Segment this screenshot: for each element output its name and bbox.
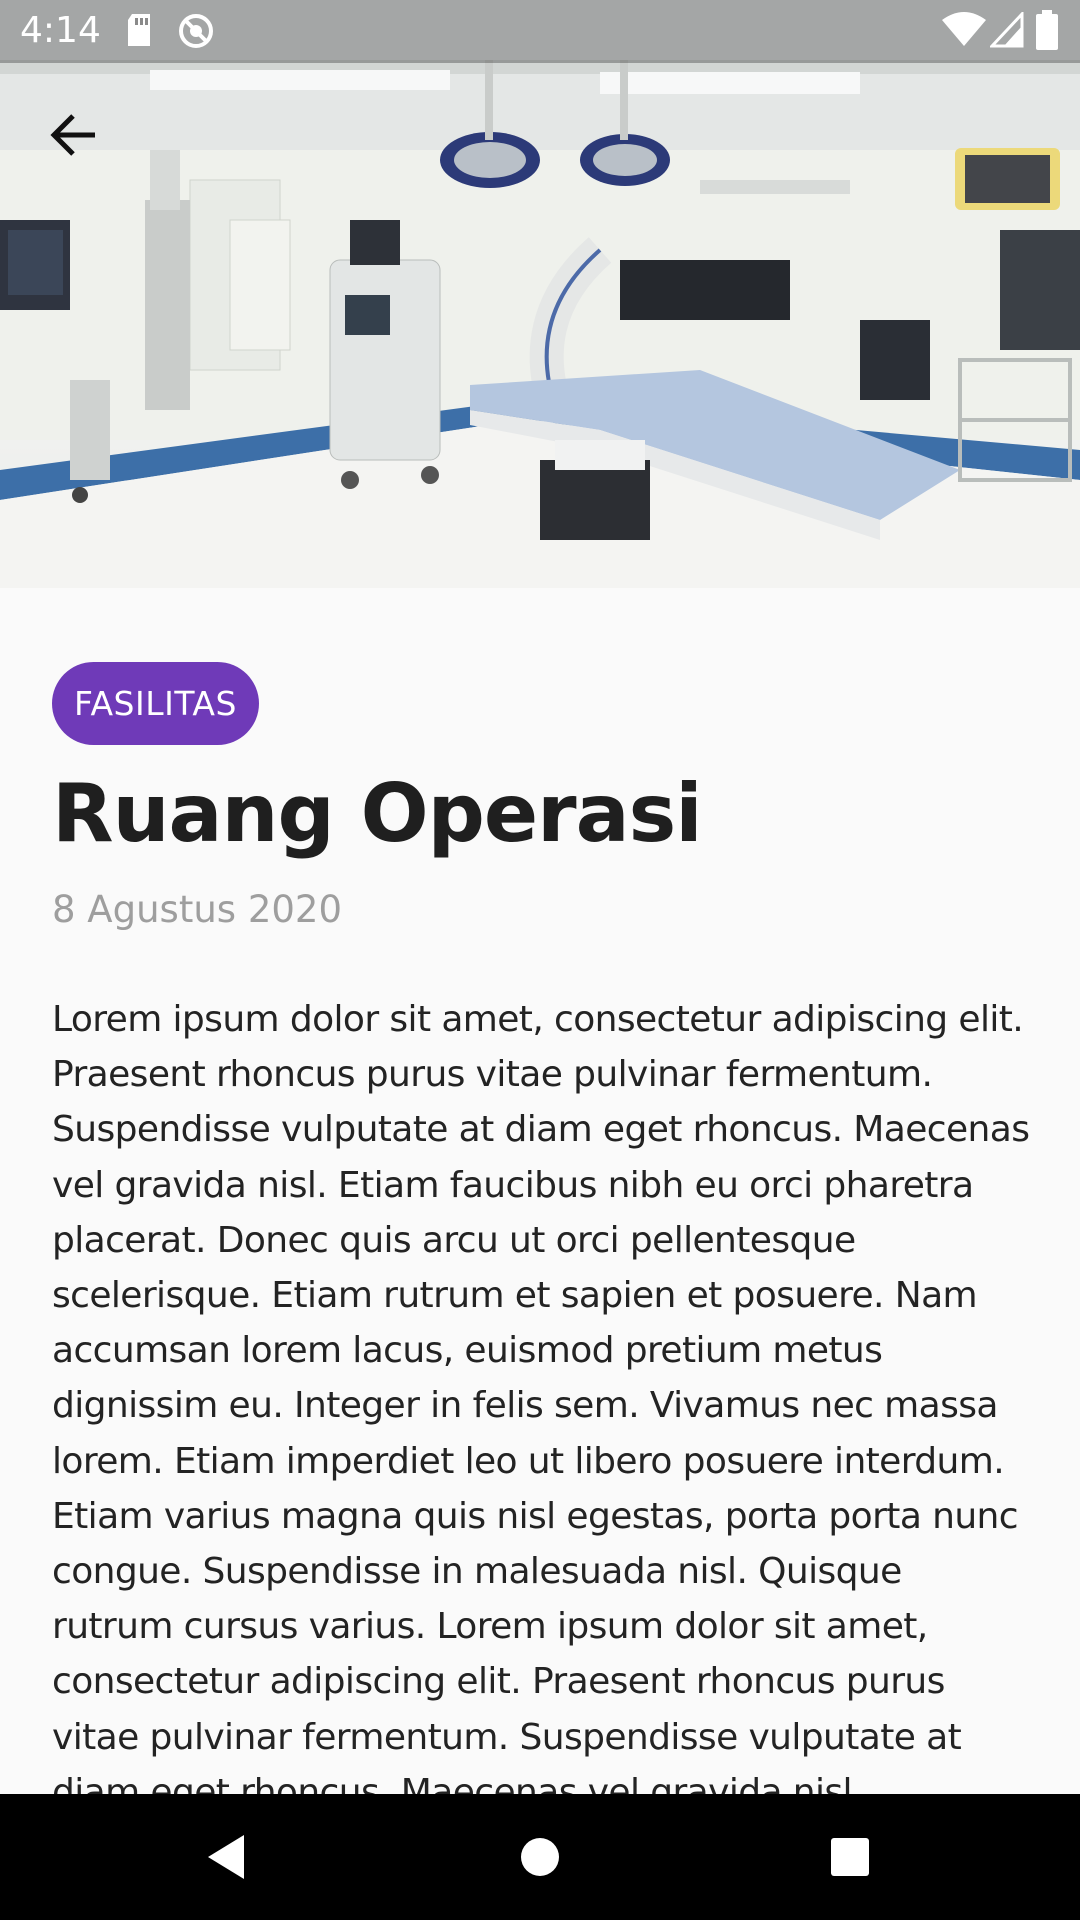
article-body: Lorem ipsum dolor sit amet, consectetur … <box>52 999 1030 1794</box>
signal-icon <box>988 10 1024 52</box>
status-time: 4:14 <box>20 10 101 51</box>
back-button[interactable] <box>38 100 108 170</box>
sd-card-icon <box>124 12 154 52</box>
hero-image <box>0 0 1080 588</box>
system-nav-bar <box>0 1794 1080 1920</box>
nav-back-button[interactable] <box>186 1822 266 1892</box>
article-scroll-area[interactable]: Lorem ipsum dolor sit amet, consectetur … <box>0 588 1080 1794</box>
nav-home-button[interactable] <box>500 1822 580 1892</box>
arrow-back-icon <box>50 114 95 156</box>
operating-room-photo <box>0 0 1080 588</box>
status-bar: 4:14 <box>0 0 1080 63</box>
wifi-icon <box>942 12 986 52</box>
nav-recents-button[interactable] <box>810 1822 890 1892</box>
battery-icon <box>1036 10 1058 54</box>
back-triangle-icon <box>208 1835 244 1879</box>
recents-square-icon <box>831 1838 869 1876</box>
sync-disabled-icon <box>177 12 215 54</box>
home-circle-icon <box>521 1838 559 1876</box>
